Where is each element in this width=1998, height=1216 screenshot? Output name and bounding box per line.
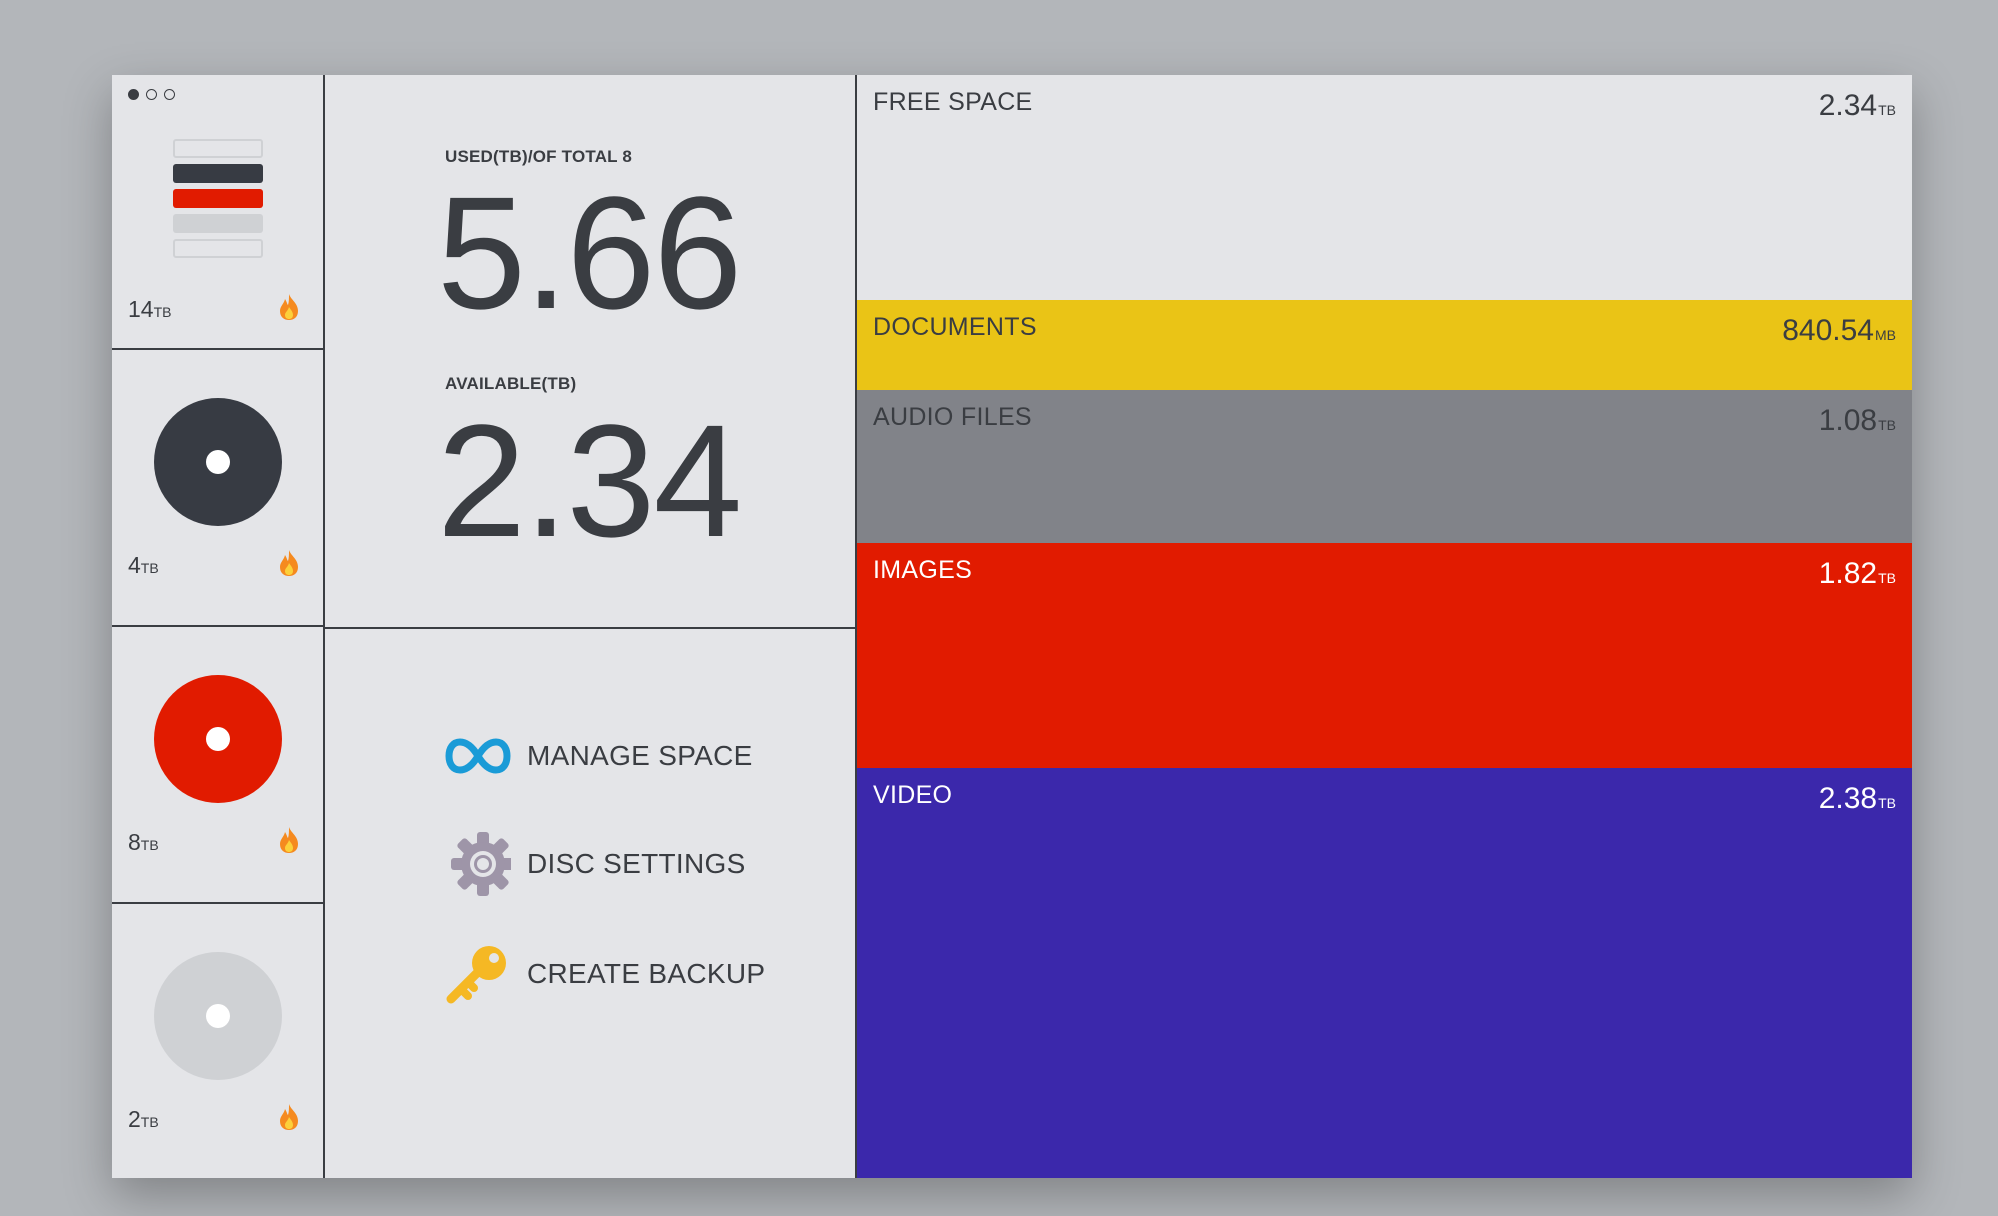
disc-icon	[154, 952, 282, 1080]
create-backup-label: CREATE BACKUP	[527, 958, 766, 989]
flame-icon	[280, 294, 298, 320]
stack-bar	[173, 139, 263, 158]
stack-bar	[173, 239, 263, 258]
flame-icon	[280, 1104, 298, 1130]
flame-icon	[280, 827, 298, 853]
disk-item[interactable]: 4TB	[112, 350, 323, 627]
segment-images[interactable]: IMAGES 1.82TB	[857, 543, 1912, 768]
stack-bar	[173, 189, 263, 208]
disc-settings-button[interactable]: DISC SETTINGS	[445, 829, 746, 899]
segment-value: 1.82TB	[1818, 557, 1896, 590]
stack-bar	[173, 164, 263, 183]
segment-value: 1.08TB	[1818, 404, 1896, 437]
disk-item-stack[interactable]: 14TB	[112, 75, 323, 350]
gear-icon	[445, 829, 515, 899]
infinity-icon	[445, 721, 515, 791]
disk-item[interactable]: 8TB	[112, 627, 323, 904]
manage-space-label: MANAGE SPACE	[527, 740, 753, 771]
disk-stack-icon	[173, 139, 263, 260]
disk-capacity: 8TB	[128, 829, 159, 855]
disk-list: 14TB 4TB 8TB 2TB	[112, 75, 325, 1178]
summary-panel: USED(TB)/OF TOTAL 8 5.66 AVAILABLE(TB) 2…	[325, 75, 855, 1178]
app-window: 14TB 4TB 8TB 2TB USED(TB)/OF TOTAL 8 5.6…	[112, 75, 1912, 1178]
disc-settings-label: DISC SETTINGS	[527, 848, 746, 879]
key-icon	[445, 939, 515, 1009]
segment-free-space[interactable]: FREE SPACE 2.34TB	[857, 75, 1912, 300]
available-value: 2.34	[437, 391, 742, 570]
segment-video[interactable]: VIDEO 2.38TB	[857, 768, 1912, 1178]
segment-label: AUDIO FILES	[873, 403, 1032, 431]
segment-value: 840.54MB	[1782, 314, 1896, 347]
disk-capacity: 4TB	[128, 552, 159, 578]
segment-value: 2.34TB	[1818, 89, 1896, 122]
segment-label: DOCUMENTS	[873, 313, 1037, 341]
usage-stats: USED(TB)/OF TOTAL 8 5.66 AVAILABLE(TB) 2…	[325, 75, 855, 629]
used-value: 5.66	[437, 163, 742, 342]
storage-breakdown: FREE SPACE 2.34TB DOCUMENTS 840.54MB AUD…	[857, 75, 1912, 1178]
action-list: MANAGE SPACE DISC SETTINGS CREATE BACKUP	[325, 629, 855, 1178]
disc-icon	[154, 398, 282, 526]
segment-label: VIDEO	[873, 781, 953, 809]
manage-space-button[interactable]: MANAGE SPACE	[445, 721, 753, 791]
segment-value: 2.38TB	[1818, 782, 1896, 815]
segment-audio-files[interactable]: AUDIO FILES 1.08TB	[857, 390, 1912, 543]
disk-item[interactable]: 2TB	[112, 904, 323, 1178]
create-backup-button[interactable]: CREATE BACKUP	[445, 939, 765, 1009]
disk-capacity: 2TB	[128, 1106, 159, 1132]
flame-icon	[280, 550, 298, 576]
segment-documents[interactable]: DOCUMENTS 840.54MB	[857, 300, 1912, 390]
segment-label: FREE SPACE	[873, 88, 1033, 116]
segment-label: IMAGES	[873, 556, 973, 584]
disc-icon	[154, 675, 282, 803]
disk-capacity: 14TB	[128, 296, 172, 322]
stack-bar	[173, 214, 263, 233]
